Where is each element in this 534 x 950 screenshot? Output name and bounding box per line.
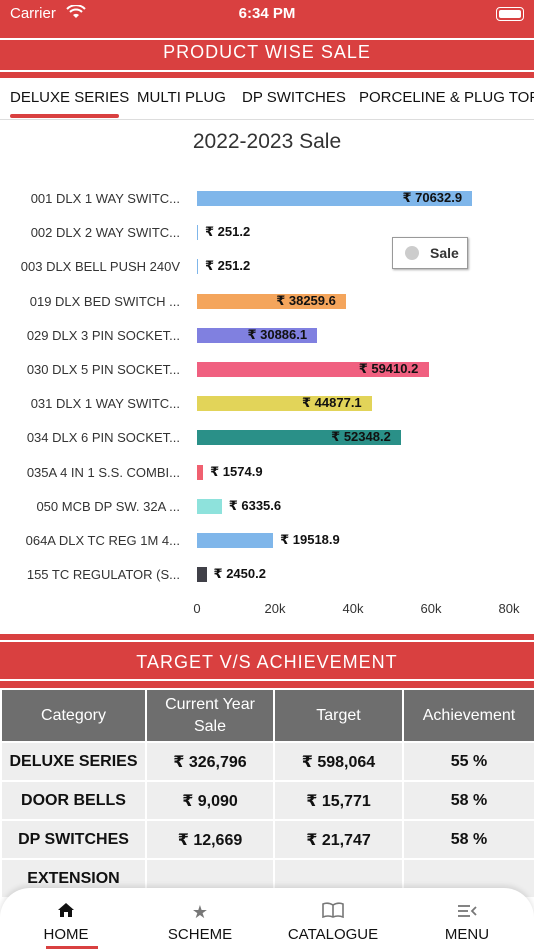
category-label: 155 TC REGULATOR (S... xyxy=(26,567,180,583)
category-label: 034 DLX 6 PIN SOCKET... xyxy=(26,430,180,446)
chart-bar[interactable] xyxy=(197,567,207,583)
chart-bar[interactable] xyxy=(197,464,204,480)
nav-home-label: HOME xyxy=(43,926,89,943)
category-label: 031 DLX 1 WAY SWITC... xyxy=(30,396,180,412)
legend-swatch xyxy=(405,246,419,260)
table-cell: DELUXE SERIES xyxy=(2,743,145,780)
nav-home[interactable]: HOME xyxy=(6,888,126,950)
home-icon xyxy=(6,902,126,923)
table-cell: 58 % xyxy=(404,782,534,819)
x-axis-tick: 60k xyxy=(420,601,442,616)
x-axis-tick: 40k xyxy=(342,601,364,616)
tab-multi-plug[interactable]: MULTI PLUG xyxy=(137,89,226,106)
category-tabs: DELUXE SERIES MULTI PLUG DP SWITCHES POR… xyxy=(0,80,534,120)
bar-value-label: ₹ 1574.9 xyxy=(210,463,263,479)
active-nav-indicator xyxy=(46,946,98,949)
bar-value-label: ₹ 59410.2 xyxy=(358,361,419,376)
bar-value-label: ₹ 52348.2 xyxy=(331,429,391,445)
column-header: Current Year Sale xyxy=(147,690,273,741)
table-cell: ₹ 9,090 xyxy=(147,782,273,819)
category-label: 003 DLX BELL PUSH 240V xyxy=(20,259,180,275)
bar-value-label: ₹ 44877.1 xyxy=(302,395,362,411)
tab-porceline-plug-tops[interactable]: PORCELINE & PLUG TOPS xyxy=(359,89,534,106)
column-header: Target xyxy=(275,690,402,741)
table-cell: DOOR BELLS xyxy=(2,782,145,819)
column-header: Achievement xyxy=(404,690,534,741)
star-icon: ★ xyxy=(191,902,209,922)
nav-catalogue-label: CATALOGUE xyxy=(287,926,379,943)
nav-menu-label: MENU xyxy=(444,926,490,943)
chart-bar[interactable] xyxy=(197,225,198,241)
battery-icon xyxy=(496,7,524,21)
tab-deluxe-series[interactable]: DELUXE SERIES xyxy=(10,89,129,106)
category-label: 064A DLX TC REG 1M 4... xyxy=(25,533,180,548)
table-cell: ₹ 12,669 xyxy=(147,821,273,858)
table-cell: DP SWITCHES xyxy=(2,821,145,858)
menu-icon xyxy=(407,902,527,923)
bottom-navigation: HOME ★ SCHEME CATALOGUE MENU xyxy=(0,888,534,950)
chart-bar[interactable] xyxy=(197,259,198,275)
category-label: 019 DLX BED SWITCH ... xyxy=(29,293,180,309)
table-cell: ₹ 21,747 xyxy=(275,821,402,858)
category-label: 030 DLX 5 PIN SOCKET... xyxy=(26,362,180,377)
bar-value-label: ₹ 251.2 xyxy=(205,224,251,240)
nav-scheme-label: SCHEME xyxy=(167,926,233,943)
bar-value-label: ₹ 251.2 xyxy=(205,258,251,274)
bar-value-label: ₹ 38259.6 xyxy=(276,292,336,308)
x-axis-tick: 20k xyxy=(264,601,286,616)
book-icon xyxy=(273,902,393,923)
category-label: 029 DLX 3 PIN SOCKET... xyxy=(26,327,180,343)
table-cell: ₹ 15,771 xyxy=(275,782,402,819)
category-label: 001 DLX 1 WAY SWITC... xyxy=(30,191,180,206)
bar-value-label: ₹ 30886.1 xyxy=(247,326,308,342)
bar-value-label: ₹ 70632.9 xyxy=(402,190,463,205)
target-achievement-header: TARGET V/S ACHIEVEMENT xyxy=(0,634,534,688)
table-cell: 58 % xyxy=(404,821,534,858)
bar-value-label: ₹ 6335.6 xyxy=(228,497,282,513)
category-label: 035A 4 IN 1 S.S. COMBI... xyxy=(26,464,180,480)
nav-menu[interactable]: MENU xyxy=(407,888,527,950)
page-title: PRODUCT WISE SALE xyxy=(163,42,371,62)
table-cell: ₹ 326,796 xyxy=(147,743,273,780)
section-title: TARGET V/S ACHIEVEMENT xyxy=(136,652,398,672)
column-header: Category xyxy=(2,690,145,741)
status-bar: Carrier 6:34 PM xyxy=(0,0,534,30)
category-label: 050 MCB DP SW. 32A ... xyxy=(36,498,180,514)
nav-scheme[interactable]: ★ SCHEME xyxy=(140,888,260,950)
nav-catalogue[interactable]: CATALOGUE xyxy=(273,888,393,950)
active-tab-indicator xyxy=(10,114,119,118)
x-axis-tick: 80k xyxy=(498,601,520,616)
tab-dp-switches[interactable]: DP SWITCHES xyxy=(242,89,346,106)
x-axis-tick: 0 xyxy=(193,601,201,616)
chart-title: 2022-2023 Sale xyxy=(192,130,342,153)
chart-bar[interactable] xyxy=(197,498,222,514)
table-cell: 55 % xyxy=(404,743,534,780)
bar-value-label: ₹ 2450.2 xyxy=(213,566,266,582)
product-wise-sale-header: PRODUCT WISE SALE xyxy=(0,30,534,78)
clock: 6:34 PM xyxy=(238,5,296,22)
category-label: 002 DLX 2 WAY SWITC... xyxy=(30,225,180,241)
chart-bar[interactable] xyxy=(197,533,274,548)
table-cell: ₹ 598,064 xyxy=(275,743,402,780)
chart-legend[interactable]: Sale xyxy=(392,237,468,269)
legend-label: Sale xyxy=(430,245,459,261)
bar-value-label: ₹ 19518.9 xyxy=(280,532,340,547)
